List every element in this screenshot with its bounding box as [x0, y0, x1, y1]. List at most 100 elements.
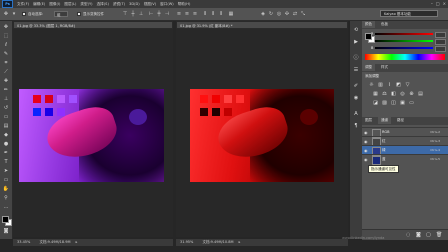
- red-value-field[interactable]: [435, 32, 446, 38]
- distribute-bottom-icon[interactable]: ≡: [192, 11, 198, 17]
- curves-icon[interactable]: ⌇: [386, 82, 393, 88]
- eye-icon[interactable]: ◉: [364, 157, 369, 162]
- distribute-left-icon[interactable]: ⫴: [202, 11, 208, 17]
- auto-align-icon[interactable]: ▦: [228, 11, 234, 17]
- more-tools-icon[interactable]: …: [2, 204, 10, 211]
- tab-swatches[interactable]: 色板: [378, 21, 391, 28]
- minimize-icon[interactable]: –: [431, 1, 433, 6]
- hue-saturation-icon[interactable]: ▦: [372, 91, 379, 97]
- 3d-pan-icon[interactable]: ✣: [284, 11, 290, 17]
- menu-3d[interactable]: 3D(D): [129, 2, 140, 6]
- eyedropper-tool-icon[interactable]: ⟋: [2, 69, 10, 76]
- menu-select[interactable]: 选择(S): [97, 2, 109, 7]
- zoom-level[interactable]: 31.95%: [180, 240, 193, 244]
- spectrum-bar[interactable]: [365, 54, 445, 60]
- color-lookup-icon[interactable]: ▤: [417, 91, 424, 97]
- distribute-top-icon[interactable]: ≡: [176, 11, 182, 17]
- threshold-icon[interactable]: ◫: [390, 100, 397, 106]
- red-slider[interactable]: [375, 33, 433, 35]
- 3d-scale-icon[interactable]: ⤡: [300, 11, 306, 17]
- crop-tool-icon[interactable]: ⌗: [2, 60, 10, 67]
- lasso-tool-icon[interactable]: ℓ: [2, 42, 10, 49]
- distribute-center-icon[interactable]: ⫴: [210, 11, 216, 17]
- shape-tool-icon[interactable]: ▭: [2, 177, 10, 184]
- channel-row-blue[interactable]: ◉ 蓝 Ctrl+5: [362, 154, 448, 165]
- blue-slider[interactable]: [375, 47, 433, 49]
- menu-window[interactable]: 窗口(W): [160, 2, 174, 7]
- black-white-icon[interactable]: ◧: [390, 91, 397, 97]
- status-arrow-icon[interactable]: ▸: [239, 240, 241, 244]
- brush-tool-icon[interactable]: ✏: [2, 87, 10, 94]
- info-icon[interactable]: ⓘ: [353, 55, 359, 61]
- eraser-tool-icon[interactable]: ▭: [2, 114, 10, 121]
- status-arrow-icon[interactable]: ▸: [76, 240, 78, 244]
- 3d-slide-icon[interactable]: ⇄: [292, 11, 298, 17]
- quick-mask-icon[interactable]: ◙: [2, 228, 10, 235]
- hand-tool-icon[interactable]: ✋: [2, 186, 10, 193]
- zoom-tool-icon[interactable]: ⚲: [2, 195, 10, 202]
- menu-edit[interactable]: 编辑(E): [33, 2, 45, 7]
- blue-value-field[interactable]: [435, 46, 446, 52]
- character-icon[interactable]: A: [353, 111, 359, 117]
- eye-icon[interactable]: ◉: [364, 130, 369, 135]
- menu-help[interactable]: 帮助(H): [178, 2, 191, 7]
- close-icon[interactable]: ×: [443, 1, 446, 6]
- 3d-roll-icon[interactable]: ◎: [276, 11, 282, 17]
- invert-icon[interactable]: ◪: [372, 100, 379, 106]
- brush-presets-icon[interactable]: ✐: [353, 83, 359, 89]
- menu-view[interactable]: 视图(V): [144, 2, 156, 7]
- align-center-icon[interactable]: ╪: [156, 11, 162, 17]
- foreground-color-swatch[interactable]: [2, 216, 9, 223]
- blur-tool-icon[interactable]: ◆: [2, 132, 10, 139]
- align-right-icon[interactable]: ⊣: [164, 11, 170, 17]
- distribute-middle-icon[interactable]: ≡: [184, 11, 190, 17]
- green-value-field[interactable]: [435, 39, 446, 45]
- tab-paths[interactable]: 路径: [394, 117, 407, 124]
- color-balance-icon[interactable]: ⚖: [381, 91, 388, 97]
- maximize-icon[interactable]: □: [436, 1, 440, 6]
- tab-color[interactable]: 颜色: [362, 21, 375, 28]
- show-transform-checkbox[interactable]: [77, 12, 81, 16]
- menu-image[interactable]: 图像(I): [49, 2, 60, 7]
- menu-layer[interactable]: 图层(L): [64, 2, 76, 7]
- selective-color-icon[interactable]: ▣: [399, 100, 406, 106]
- gradient-map-icon[interactable]: ▭: [408, 100, 415, 106]
- levels-icon[interactable]: ▥: [377, 82, 384, 88]
- marquee-tool-icon[interactable]: ⬚: [2, 33, 10, 40]
- paragraph-icon[interactable]: ¶: [353, 123, 359, 129]
- 3d-rotate-icon[interactable]: ↻: [268, 11, 274, 17]
- posterize-icon[interactable]: ▨: [381, 100, 388, 106]
- dodge-tool-icon[interactable]: ●: [2, 141, 10, 148]
- align-left-icon[interactable]: ⊢: [148, 11, 154, 17]
- move-tool-icon[interactable]: ✥: [2, 24, 10, 31]
- align-middle-icon[interactable]: ┼: [130, 11, 136, 17]
- tab-styles[interactable]: 样式: [378, 64, 391, 71]
- gradient-tool-icon[interactable]: ▤: [2, 123, 10, 130]
- exposure-icon[interactable]: ◩: [395, 82, 402, 88]
- align-top-icon[interactable]: ⊤: [122, 11, 128, 17]
- clone-stamp-tool-icon[interactable]: ⊥: [2, 96, 10, 103]
- tab-layers[interactable]: 图层: [362, 117, 375, 124]
- distribute-right-icon[interactable]: ⫴: [218, 11, 224, 17]
- channel-mixer-icon[interactable]: ⊕: [408, 91, 415, 97]
- brush-panel-icon[interactable]: ◉: [353, 95, 359, 101]
- document-tab-right[interactable]: 01.jpg @ 31.9% (红 副本/8#) *: [176, 21, 348, 29]
- pen-tool-icon[interactable]: ✒: [2, 150, 10, 157]
- document-tab-left[interactable]: 01.jpg @ 33.3% (图层 1, RGB/8#): [13, 21, 173, 29]
- healing-brush-tool-icon[interactable]: ✚: [2, 78, 10, 85]
- vibrance-icon[interactable]: ▽: [404, 82, 411, 88]
- eye-icon[interactable]: ◉: [364, 139, 369, 144]
- photo-filter-icon[interactable]: ◎: [399, 91, 406, 97]
- tab-channels[interactable]: 通道: [378, 117, 391, 124]
- zoom-level[interactable]: 33.45%: [17, 240, 30, 244]
- tab-adjustments[interactable]: 调整: [362, 64, 375, 71]
- actions-icon[interactable]: ▶: [353, 39, 359, 45]
- auto-select-checkbox[interactable]: [22, 12, 26, 16]
- move-tool-icon[interactable]: ✥: [3, 11, 9, 17]
- path-selection-tool-icon[interactable]: ➤: [2, 168, 10, 175]
- quick-select-tool-icon[interactable]: ✎: [2, 51, 10, 58]
- panel-foreground-swatch[interactable]: [365, 33, 372, 40]
- eye-icon[interactable]: ◉: [364, 148, 369, 153]
- properties-icon[interactable]: ☰: [353, 67, 359, 73]
- brightness-icon[interactable]: ☼: [368, 82, 375, 88]
